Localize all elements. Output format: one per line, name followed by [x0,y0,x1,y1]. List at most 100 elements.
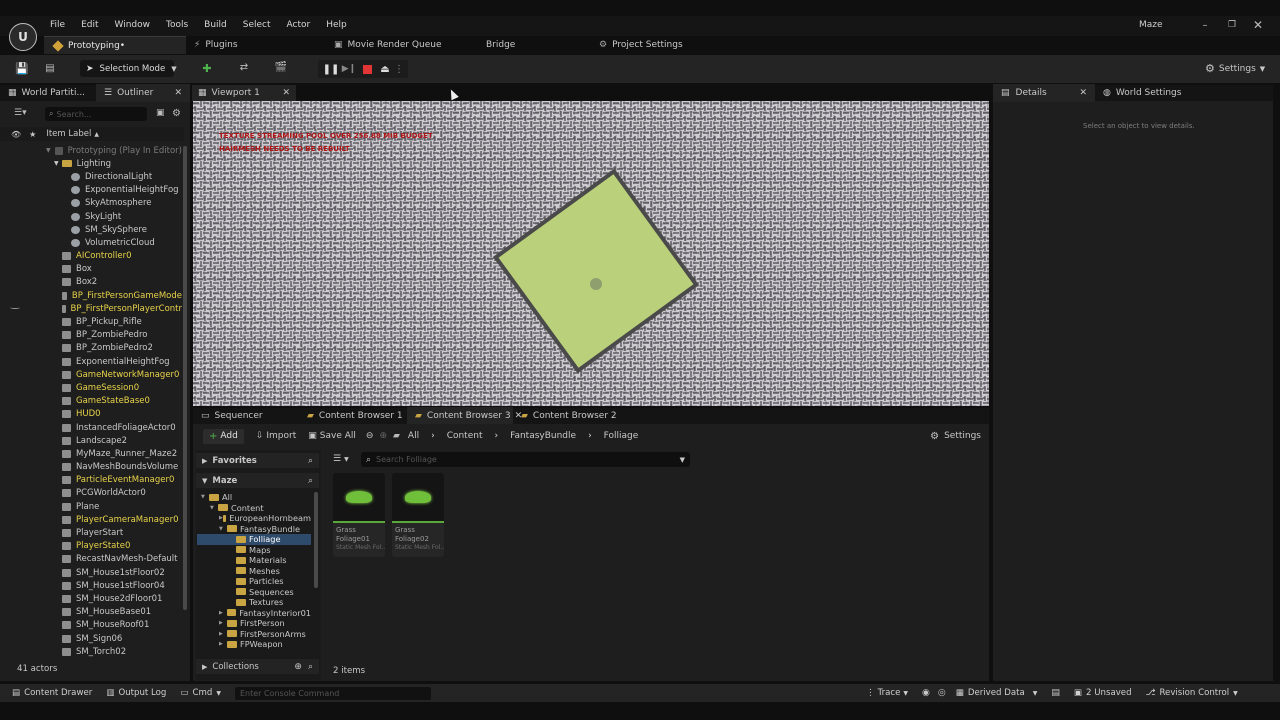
folder-tree-item[interactable]: ▶ EuropeanHornbeam [197,513,311,524]
tab-details[interactable]: ▤ Details ✕ [993,84,1095,102]
eject-icon[interactable]: ⏏ [376,64,394,75]
outliner-item[interactable]: SM_House1stFloor04 [0,579,182,592]
history-forward-icon[interactable]: ⊕ [379,431,387,441]
breadcrumb-item[interactable]: Content [447,431,483,441]
outliner-item[interactable]: RecastNavMesh-Default [0,553,182,566]
tab-sequencer[interactable]: ▭ Sequencer [193,407,299,425]
outliner-item[interactable]: GameStateBase0 [0,395,182,408]
outliner-item[interactable]: SM_Sign06 [0,632,182,645]
tab-world-settings[interactable]: ◍ World Settings [1095,84,1189,102]
folder-icon[interactable]: ▰ [393,431,400,441]
menu-item-select[interactable]: Select [243,20,271,30]
outliner-item[interactable]: PlayerStart [0,526,182,539]
tab-project-settings[interactable]: ⚙ Project Settings [599,40,739,50]
breadcrumb-item[interactable]: Folliage [604,431,639,441]
collections-header[interactable]: ▶ Collections ⊕ ⌕ [196,659,319,674]
outliner-item[interactable]: GameNetworkManager0 [0,368,182,381]
camera-icon[interactable]: ◎ [938,688,946,698]
filter-icon[interactable]: ☰▾ [14,108,27,118]
tab-content-browser-2[interactable]: ▰ Content Browser 2 [513,407,621,425]
outliner-item[interactable]: InstancedFoliageActor0 [0,421,182,434]
outliner-item[interactable]: BP_FirstPersonGameMode [0,289,182,302]
folder-tree-item[interactable]: ▶ FirstPersonArms [197,629,311,640]
record-icon[interactable]: ◉ [922,688,930,698]
outliner-item[interactable]: SM_HouseBase01 [0,606,182,619]
asset-tile[interactable]: Grass Foliage01 Static Mesh Fol... [333,473,385,557]
outliner-root[interactable]: ▼ Prototyping (Play In Editor) [0,144,182,157]
project-header[interactable]: ▼ Maze ⌕ [196,473,319,488]
level-tab[interactable]: Prototyping• [44,36,186,54]
menu-item-file[interactable]: File [50,20,65,30]
expand-arrow-icon[interactable]: ▼ [210,505,218,511]
folder-tree-item[interactable]: ▼ FantasyBundle [197,524,311,535]
expand-arrow-icon[interactable]: ▶ [219,631,227,637]
folder-tree-item[interactable]: Folliage [197,534,311,545]
outliner-item[interactable]: Box [0,263,182,276]
outliner-item[interactable]: AIController0 [0,250,182,263]
expand-arrow-icon[interactable]: ▶ [219,620,227,626]
expand-arrow-icon[interactable]: ▼ [219,526,227,532]
revision-control-button[interactable]: ⎇ Revision Control ▼ [1146,688,1238,698]
outliner-item[interactable]: Landscape2 [0,434,182,447]
menu-item-actor[interactable]: Actor [287,20,311,30]
item-label-column[interactable]: Item Label [46,129,91,139]
outliner-item[interactable]: BP_Pickup_Rifle [0,315,182,328]
outliner-item[interactable]: NavMeshBoundsVolume [0,461,182,474]
content-settings-button[interactable]: ⚙ Settings [930,431,981,442]
close-icon[interactable]: ✕ [282,88,290,98]
asset-search[interactable]: ⌕ Search Folliage ▼ [361,452,690,467]
outliner-item[interactable]: SM_SkySphere [0,223,182,236]
tab-world-partition[interactable]: ▦ World Partiti... [0,84,96,102]
outliner-item[interactable]: DirectionalLight [0,170,182,183]
tab-outliner[interactable]: ☰ Outliner ✕ [96,84,190,102]
close-icon[interactable]: ✕ [1079,88,1087,98]
more-options-icon[interactable]: ⋮ [394,64,404,75]
expand-arrow-icon[interactable]: ▼ [201,494,209,500]
settings-button[interactable]: ⚙ Settings ▼ [1205,62,1265,75]
star-icon[interactable]: ★ [29,130,36,139]
output-log-button[interactable]: ▥ Output Log [106,688,166,698]
add-actor-icon[interactable]: ✚ [196,62,218,75]
outliner-item[interactable]: ExponentialHeightFog [0,184,182,197]
outliner-item[interactable]: HUD0 [0,408,182,421]
viewport-tab[interactable]: ▦ Viewport 1 ✕ [192,85,296,101]
unreal-logo[interactable]: U [9,23,37,51]
stop-icon[interactable] [358,64,376,74]
content-drawer-button[interactable]: ▤ Content Drawer [12,688,92,698]
search-icon[interactable]: ⌕ [308,476,313,486]
outliner-settings-icon[interactable]: ⚙ [172,108,181,119]
folder-tree-item[interactable]: ▼ All [197,492,311,503]
outliner-item[interactable]: Plane [0,500,182,513]
content-icon[interactable]: ▤ [42,61,58,75]
breadcrumb-item[interactable]: All [408,431,419,441]
outliner-item[interactable]: MyMaze_Runner_Maze2 [0,447,182,460]
outliner-item[interactable]: ParticleEventManager0 [0,474,182,487]
outliner-item[interactable]: SM_House1stFloor02 [0,566,182,579]
outliner-item[interactable]: BP_FirstPersonPlayerContr [0,302,182,315]
folder-tree-item[interactable]: ▼ Content [197,503,311,514]
outliner-item[interactable]: VolumetricCloud [0,236,182,249]
menu-item-window[interactable]: Window [115,20,151,30]
folder-tree-item[interactable]: Maps [197,545,311,556]
import-button[interactable]: ⇩ Import [256,431,296,441]
blueprint-icon[interactable]: ⇄ [232,62,256,73]
outliner-item[interactable]: BP_ZombiePedro2 [0,342,182,355]
outliner-scrollbar[interactable] [183,146,187,610]
source-control-icon[interactable]: ▤ [1051,688,1060,698]
folder-tree-item[interactable]: ▶ FPWeapon [197,639,311,650]
selection-mode-button[interactable]: ➤ Selection Mode ▼ [80,60,177,77]
minimize-icon[interactable]: – [1198,20,1212,31]
expand-arrow-icon[interactable]: ▶ [219,641,227,647]
add-button[interactable]: + Add [203,428,244,444]
outliner-item[interactable]: ExponentialHeightFog [0,355,182,368]
save-icon[interactable]: 💾 [14,61,30,75]
search-icon[interactable]: ⌕ [308,662,313,672]
folder-tree-item[interactable]: Particles [197,576,311,587]
cmd-dropdown[interactable]: ▭ Cmd ▼ [180,688,221,698]
menu-item-edit[interactable]: Edit [81,20,98,30]
asset-filter[interactable]: ☰ ▼ [333,454,349,464]
outliner-item[interactable]: SM_House2dFloor01 [0,592,182,605]
folder-tree-item[interactable]: Meshes [197,566,311,577]
outliner-item[interactable]: Box2 [0,276,182,289]
outliner-item[interactable]: SkyAtmosphere [0,197,182,210]
